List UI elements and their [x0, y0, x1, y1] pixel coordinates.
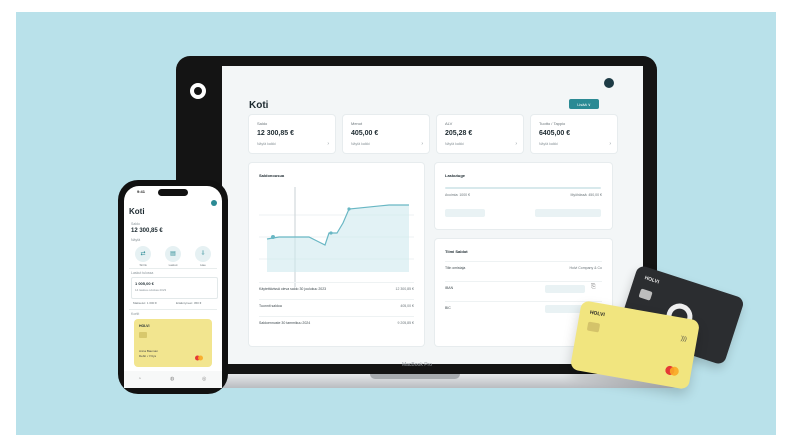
chevron-right-icon: › — [421, 141, 423, 147]
kpi-label: ALV — [445, 121, 453, 126]
action-label: Hae — [200, 263, 206, 267]
invoice-pill — [445, 209, 485, 217]
kpi-card-saldo[interactable]: Saldo 12 300,85 € Näytä kaikki › — [249, 115, 335, 153]
mastercard-icon — [195, 355, 203, 361]
saldo-row: Käytettävissä oleva saldo 30 joulukuu 20… — [259, 282, 414, 295]
chevron-right-icon: › — [515, 141, 517, 147]
phone-page-title: Koti — [129, 207, 145, 216]
screenshot-stage: MacBook Pro Koti Lisää ∨ Saldo 12 300,85… — [0, 0, 794, 437]
divider — [129, 268, 217, 269]
kpi-sub: Näytä kaikki — [539, 142, 558, 146]
chevron-right-icon: › — [327, 141, 329, 147]
section-label: Laskut tulossa — [131, 271, 154, 275]
chevron-right-icon: › — [609, 141, 611, 147]
card-title: Laskutuge — [445, 173, 466, 178]
contactless-icon: ))) — [680, 335, 688, 343]
chip-icon — [139, 332, 147, 338]
chip-icon — [586, 321, 601, 333]
row-value: 12 300,85 € — [395, 287, 415, 291]
overdue-text: Erääntyneet: 450 € — [176, 301, 202, 305]
saldo-graph — [259, 187, 414, 287]
kpi-card-menot[interactable]: Menot 405,00 € Näytä kaikki › — [343, 115, 429, 153]
kpi-label: Menot — [351, 121, 363, 126]
laptop-brand: MacBook Pro — [401, 362, 432, 368]
status-time: 9:41 — [137, 189, 146, 194]
copy-pill — [545, 285, 585, 293]
team-row: Tilin omistaja Holvi Company & Co — [445, 261, 602, 274]
invoices-card: Laskutuge Avoimia: 1000 € Myöhässä: 450,… — [435, 163, 612, 229]
kpi-value: 205,28 € — [445, 130, 473, 137]
kpi-sub: Näytä kaikki — [351, 142, 370, 146]
card-holder: Anna Bauman — [139, 349, 159, 353]
card-title: Saldonousua — [259, 173, 285, 178]
card-brand: HOLVI — [589, 309, 606, 319]
kpi-card-tuotto[interactable]: Tuotto / Tappio 6405,00 € Näytä kaikki › — [531, 115, 617, 153]
kpi-label: Tuotto / Tappio — [539, 121, 566, 126]
row-label: Käytettävissä oleva saldo 30 joulukuu 20… — [259, 287, 327, 291]
row-value: 9 205,85 € — [397, 321, 414, 325]
app-logo — [190, 83, 206, 99]
saldo-label: Saldo — [131, 222, 140, 226]
row-label: Tuonnit saldoa — [259, 304, 282, 308]
saldo-row: Tuonnit saldoa 405,00 € — [259, 299, 414, 312]
paid-text: Maksetut: 1 000 € — [133, 301, 157, 305]
row-label: BIC — [445, 306, 451, 310]
saldo-value: 12 300,85 € — [131, 228, 163, 234]
download-icon[interactable]: ⇩ — [195, 246, 211, 262]
saldo-card: Saldonousua Käytettävissä oleva saldo 30… — [249, 163, 424, 346]
row-value: 405,00 € — [400, 304, 414, 308]
invoices-overdue-text: Myöhässä: 450,00 € — [570, 193, 602, 197]
invoice-icon[interactable]: ▤ — [165, 246, 181, 262]
saldo-sub: Näytä — [131, 238, 141, 242]
divider — [129, 309, 217, 310]
invoices-open-text: Avoimia: 1000 € — [445, 193, 471, 197]
kpi-label: Saldo — [257, 121, 268, 126]
action-label: Siirrä — [139, 263, 147, 267]
user-avatar[interactable] — [604, 78, 614, 88]
card-brand: HOLVI — [643, 275, 660, 286]
invoice-summary-sub: 14 laskua odottaa 2023 — [135, 288, 167, 292]
dynamic-island — [158, 189, 188, 196]
phone-card[interactable]: HOLVI Anna Bauman Debit • Yritys — [134, 319, 212, 367]
invoice-summary-value: 1 005,00 € — [135, 281, 154, 286]
copy-icon[interactable]: ⎘ — [591, 284, 596, 291]
saldo-row: Saldoennuste 30 tammikuu 2024 9 205,85 € — [259, 316, 414, 329]
kpi-value: 405,00 € — [351, 130, 379, 137]
cards-label: Kortit — [131, 312, 140, 316]
user-avatar[interactable] — [211, 200, 217, 206]
card-type: Debit • Yritys — [139, 354, 157, 358]
transfer-icon[interactable]: ⇄ — [135, 246, 151, 262]
progress-track — [445, 187, 601, 189]
row-value: Holvi Company & Co — [569, 266, 602, 270]
add-button[interactable]: Lisää ∨ — [569, 99, 599, 109]
kpi-sub: Näytä kaikki — [445, 142, 464, 146]
home-tab-icon[interactable]: ◔ — [138, 376, 141, 382]
profile-tab-icon[interactable]: ◎ — [202, 376, 206, 382]
invoice-pill — [535, 209, 601, 217]
row-label: Tilin omistaja — [445, 266, 466, 270]
kpi-value: 12 300,85 € — [257, 130, 294, 137]
laptop-notch — [370, 374, 460, 379]
chip-icon — [638, 288, 653, 301]
kpi-sub: Näytä kaikki — [257, 142, 276, 146]
action-label: Laskut — [168, 263, 178, 267]
mastercard-icon — [665, 365, 679, 376]
row-label: IBAN — [445, 286, 454, 290]
row-label: Saldoennuste 30 tammikuu 2024 — [259, 321, 311, 325]
kpi-value: 6405,00 € — [539, 130, 571, 137]
kpi-card-alv[interactable]: ALV 205,28 € Näytä kaikki › — [437, 115, 523, 153]
card-title: Tiimi Saldot — [445, 249, 468, 254]
page-title: Koti — [249, 100, 269, 111]
activity-tab-icon[interactable]: ◍ — [170, 376, 174, 382]
card-brand: HOLVI — [139, 324, 150, 328]
